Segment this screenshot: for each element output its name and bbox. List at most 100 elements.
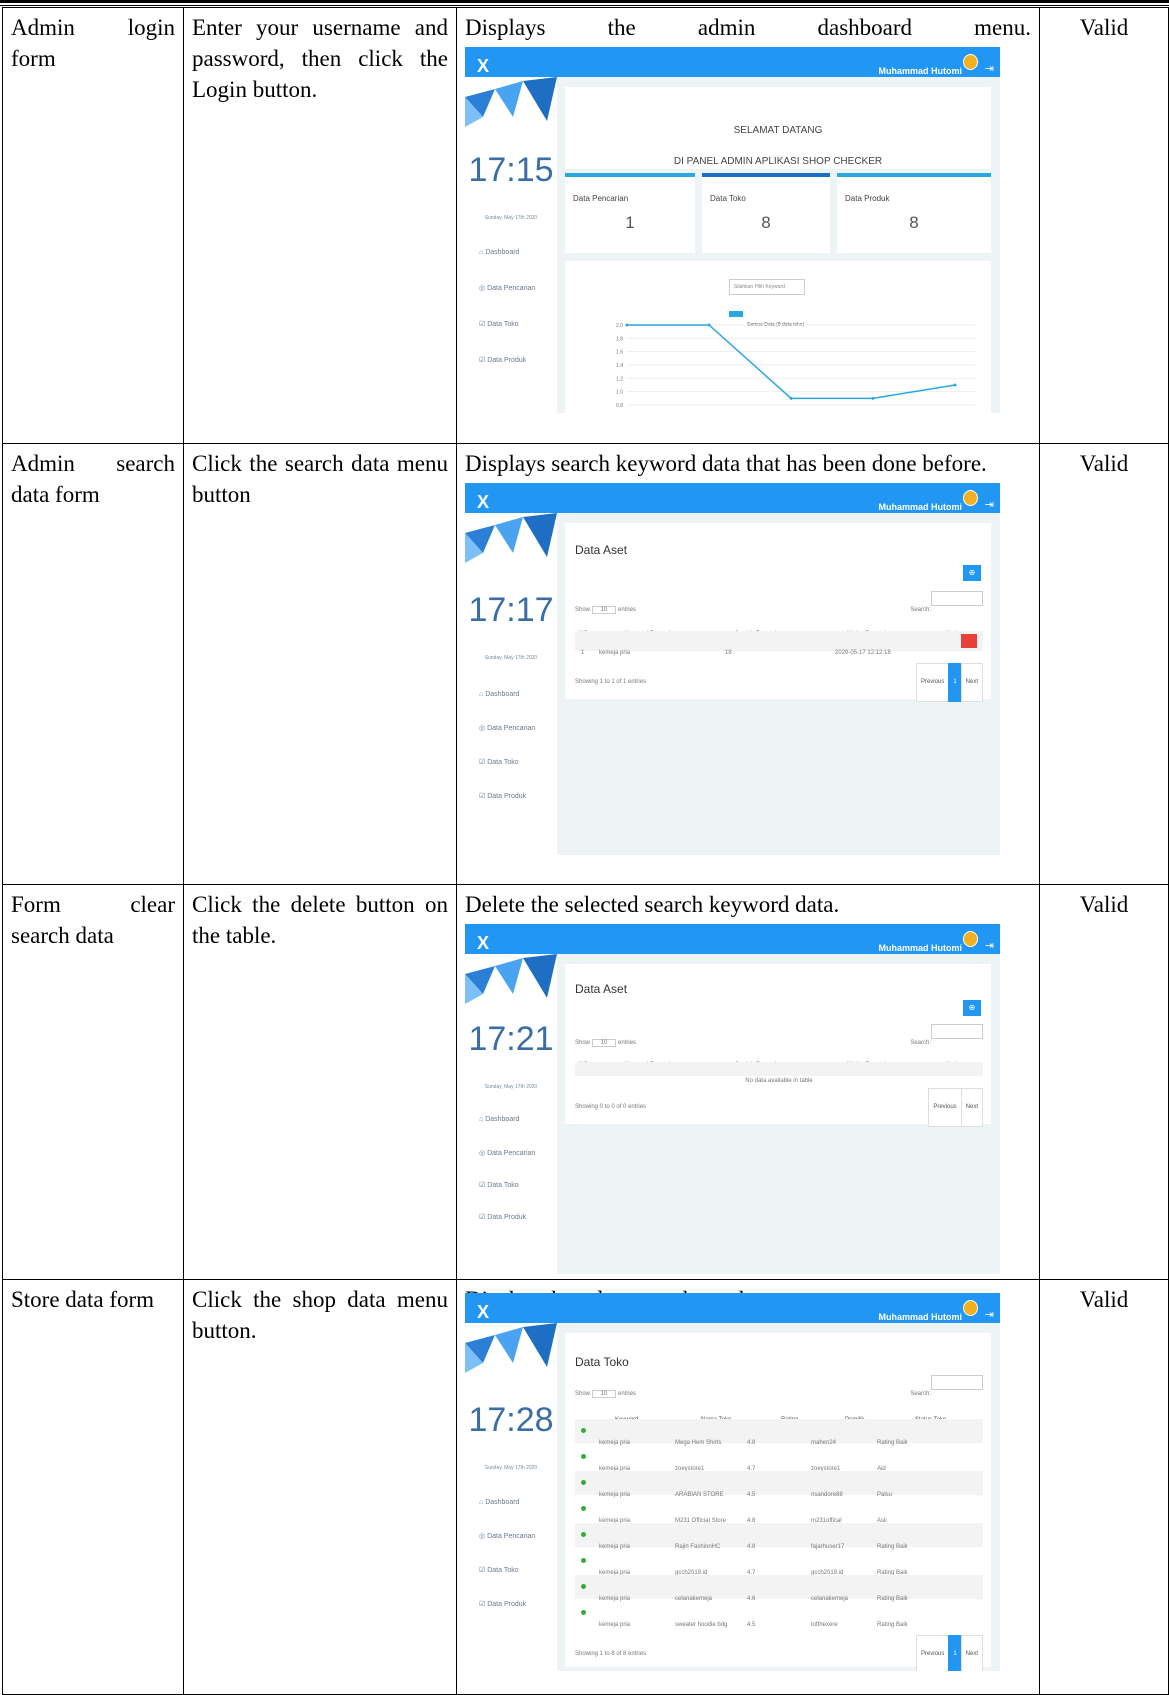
logout-icon[interactable]: ⇥ bbox=[985, 1300, 994, 1331]
search-input[interactable] bbox=[931, 1024, 983, 1039]
sidebar-item-data-pencarian[interactable]: ◎ Data Pencarian bbox=[479, 713, 535, 744]
table-row: kemeja pria gcch2019.id 4.7 gcch2019.id Rati… bbox=[575, 1549, 983, 1576]
expand-icon[interactable] bbox=[581, 1428, 586, 1433]
logout-icon[interactable]: ⇥ bbox=[985, 54, 994, 85]
test-name: Store data form bbox=[2, 1279, 184, 1695]
sidebar-item-data-toko[interactable]: ☑ Data Toko bbox=[479, 1170, 519, 1201]
y-tick-label: 1.4 bbox=[616, 363, 623, 369]
expand-icon[interactable] bbox=[581, 1532, 586, 1537]
next-button[interactable]: Next bbox=[960, 1635, 983, 1671]
chart-panel: Silahkan Pilih Keyword Semua Data (8 dat… bbox=[565, 261, 991, 413]
pagination: Previous 1 Next bbox=[915, 1635, 983, 1671]
date: Sunday, May 17th 2020 bbox=[484, 215, 538, 221]
sidebar-item-dashboard[interactable]: ⌂ Dashboard bbox=[479, 1104, 519, 1135]
table-row: kemeja pria ARABIAN STORE 4.5 risandore88 Pa… bbox=[575, 1471, 983, 1498]
sidebar-item-data-produk[interactable]: ☑ Data Produk bbox=[479, 1589, 526, 1620]
data-point[interactable] bbox=[707, 323, 711, 327]
clock: 17:15 bbox=[468, 151, 554, 189]
prev-button[interactable]: Previous bbox=[915, 1635, 950, 1671]
result-text: Displays search keyword data that has be… bbox=[465, 451, 987, 476]
test-procedure: Click the shop data menu button. bbox=[183, 1279, 457, 1695]
sidebar-item-data-produk[interactable]: ☑ Data Produk bbox=[479, 345, 526, 376]
search-label: Search: bbox=[910, 1040, 931, 1046]
logo-graphic bbox=[465, 77, 557, 127]
y-tick-label: 1.0 bbox=[616, 390, 623, 396]
sidebar-item-data-toko[interactable]: ☑ Data Toko bbox=[479, 309, 519, 340]
page-button[interactable]: 1 bbox=[948, 1635, 962, 1671]
sidebar-item-data-produk[interactable]: ☑ Data Produk bbox=[479, 781, 526, 812]
add-button[interactable]: ⊕ bbox=[963, 565, 981, 581]
card-data-produk[interactable]: Data Produk 8 bbox=[837, 173, 991, 253]
avatar[interactable] bbox=[963, 931, 978, 947]
sidebar-item-data-pencarian[interactable]: ◎ Data Pencarian bbox=[479, 273, 535, 304]
search-input[interactable] bbox=[931, 591, 983, 606]
table-row: kemeja pria zoeystore1 4.7 zoeystore1 Aid bbox=[575, 1445, 983, 1472]
top-bar: X Muhammad Hutomi ⇥ bbox=[465, 1293, 1000, 1323]
expand-icon[interactable] bbox=[581, 1480, 586, 1485]
prev-button[interactable]: Previous bbox=[915, 663, 950, 702]
user-name: Muhammad Hutomi bbox=[878, 66, 962, 76]
avatar[interactable] bbox=[963, 490, 978, 506]
table-row: kemeja pria sweater hoodie bdg 4.5 tofthexe… bbox=[575, 1601, 983, 1628]
data-point[interactable] bbox=[871, 396, 875, 400]
sidebar-item-data-produk[interactable]: ☑ Data Produk bbox=[479, 1202, 526, 1233]
test-procedure: Click the search data menu button bbox=[183, 443, 457, 885]
table-row: Admin search data form Click the search … bbox=[2, 443, 1169, 885]
data-point[interactable] bbox=[953, 383, 957, 387]
table-row: Store data form Click the shop data menu… bbox=[2, 1279, 1169, 1695]
entries-select[interactable]: 10 bbox=[591, 606, 617, 614]
expand-icon[interactable] bbox=[581, 1584, 586, 1589]
test-name: Form clear search data bbox=[2, 884, 184, 1280]
date: Sunday, May 17th 2020 bbox=[484, 1084, 538, 1090]
avatar[interactable] bbox=[963, 54, 978, 70]
sidebar-item-data-pencarian[interactable]: ◎ Data Pencarian bbox=[479, 1521, 535, 1552]
search-input[interactable] bbox=[931, 1375, 983, 1390]
table-row: Admin login form Enter your username and… bbox=[2, 7, 1169, 444]
data-point[interactable] bbox=[789, 396, 793, 400]
card-value: 8 bbox=[909, 213, 919, 232]
prev-button[interactable]: Previous bbox=[928, 1088, 962, 1127]
sidebar-item-dashboard[interactable]: ⌂ Dashboard bbox=[479, 237, 519, 268]
expand-icon[interactable] bbox=[581, 1506, 586, 1511]
page-button[interactable]: 1 bbox=[948, 663, 962, 702]
logout-icon[interactable]: ⇥ bbox=[985, 931, 994, 962]
entries-select[interactable]: 10 bbox=[591, 1039, 617, 1047]
logo-graphic bbox=[465, 1323, 557, 1373]
card-data-toko[interactable]: Data Toko 8 bbox=[702, 173, 830, 253]
data-point[interactable] bbox=[625, 323, 629, 327]
test-result: Displays search keyword data that has be… bbox=[456, 443, 1040, 885]
expand-icon[interactable] bbox=[581, 1610, 586, 1615]
next-button[interactable]: Next bbox=[960, 663, 983, 702]
delete-button[interactable] bbox=[961, 634, 977, 648]
table-row: 1 kemeja pria 18 2020-05-17 12:12:18 bbox=[575, 631, 983, 656]
sidebar: 17:28 Sunday, May 17th 2020 ⌂ Dashboard … bbox=[465, 1323, 557, 1671]
clock: 17:17 bbox=[468, 591, 554, 629]
logout-icon[interactable]: ⇥ bbox=[985, 490, 994, 521]
next-button[interactable]: Next bbox=[960, 1088, 983, 1127]
test-status: Valid bbox=[1039, 884, 1169, 1280]
y-tick-label: 0.8 bbox=[616, 403, 623, 409]
table-cell: 4.5 bbox=[747, 1622, 756, 1628]
welcome-title: SELAMAT DATANG bbox=[733, 125, 823, 136]
sidebar-item-data-toko[interactable]: ☑ Data Toko bbox=[479, 1555, 519, 1586]
sidebar-item-data-toko[interactable]: ☑ Data Toko bbox=[479, 747, 519, 778]
card-data-pencarian[interactable]: Data Pencarian 1 bbox=[565, 173, 695, 253]
table-row: Form clear search data Click the delete … bbox=[2, 884, 1169, 1280]
sidebar-item-data-pencarian[interactable]: ◎ Data Pencarian bbox=[479, 1138, 535, 1169]
avatar[interactable] bbox=[963, 1300, 978, 1316]
sidebar: 17:17 Sunday, May 17th 2020 ⌂ Dashboard … bbox=[465, 513, 557, 855]
table-cell: Rating Baik bbox=[877, 1622, 908, 1628]
card-value: 8 bbox=[761, 213, 771, 232]
pagination: Previous 1 Next bbox=[915, 663, 983, 702]
y-tick-label: 2.0 bbox=[616, 323, 623, 329]
add-button[interactable]: ⊕ bbox=[963, 1000, 981, 1016]
entries-select[interactable]: 10 bbox=[591, 1390, 617, 1398]
pagination: Previous Next bbox=[928, 1088, 983, 1127]
data-panel: Data Aset ⊕ Show 10 entries Search: NO K… bbox=[565, 523, 991, 702]
expand-icon[interactable] bbox=[581, 1558, 586, 1563]
expand-icon[interactable] bbox=[581, 1454, 586, 1459]
store-data-screenshot: X Muhammad Hutomi ⇥ 17:28 Sunday, May 17… bbox=[465, 1293, 1000, 1671]
table-info: Showing 1 to 1 of 1 entries bbox=[575, 679, 647, 685]
sidebar-item-dashboard[interactable]: ⌂ Dashboard bbox=[479, 679, 519, 710]
sidebar-item-dashboard[interactable]: ⌂ Dashboard bbox=[479, 1487, 519, 1518]
